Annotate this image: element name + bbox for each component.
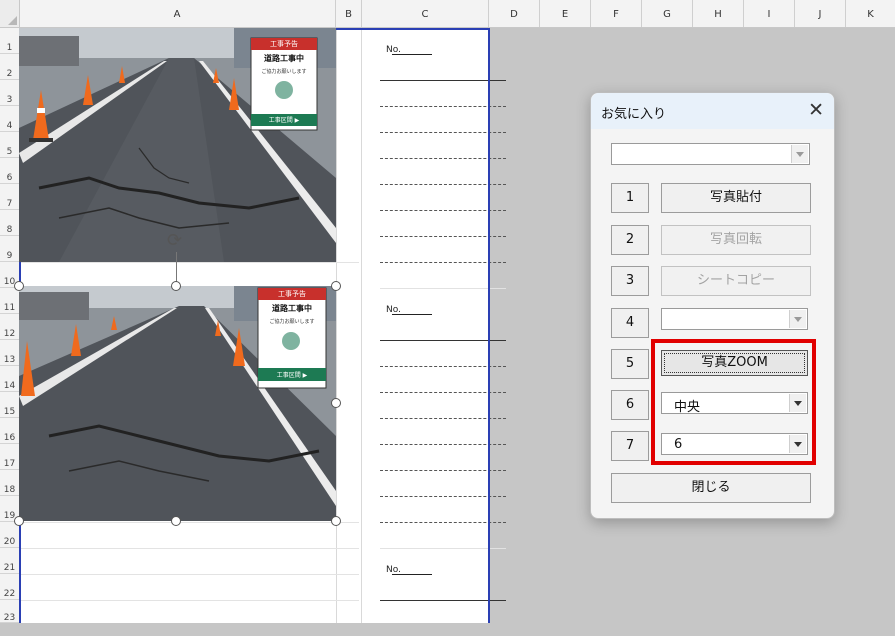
sign-main-text: 道路工事中	[264, 54, 304, 63]
favorites-combo[interactable]	[611, 143, 810, 165]
copy-sheet-button[interactable]: シートコピー	[661, 266, 811, 296]
gridline	[19, 262, 359, 263]
gridline	[19, 522, 359, 523]
number-button-6[interactable]: 6	[611, 390, 649, 420]
sign-top-text: 工事予告	[278, 290, 306, 298]
no-label: No.	[386, 45, 432, 55]
column-header-b[interactable]: B	[336, 0, 362, 27]
resize-handle[interactable]	[171, 516, 181, 526]
sign-main-text: 道路工事中	[272, 304, 312, 313]
column-header-g[interactable]: G	[642, 0, 693, 27]
gridline	[19, 574, 359, 575]
resize-handle[interactable]	[331, 281, 341, 291]
row-header[interactable]: 21	[0, 548, 19, 574]
resize-handle[interactable]	[14, 281, 24, 291]
dialog-title: お気に入り	[601, 107, 667, 122]
sign-sub-text: ご協力お願いします	[269, 319, 315, 325]
row-header[interactable]: 3	[0, 80, 19, 106]
column-header-j[interactable]: J	[795, 0, 846, 27]
road-photo-1[interactable]: 工事予告 道路工事中 ご協力お願いします 工事区間 ▶	[19, 28, 336, 262]
resize-handle[interactable]	[331, 398, 341, 408]
dialog-title-bar[interactable]: お気に入り ✕	[591, 93, 834, 129]
row-header[interactable]: 2	[0, 54, 19, 80]
sign-bottom-text: 工事区間 ▶	[268, 117, 300, 124]
paste-photo-button[interactable]: 写真貼付	[661, 183, 811, 213]
column-header-h[interactable]: H	[693, 0, 744, 27]
number-button-4[interactable]: 4	[611, 308, 649, 338]
print-area-border	[488, 28, 490, 623]
row-header[interactable]: 18	[0, 470, 19, 496]
gridline	[336, 28, 337, 623]
row-header[interactable]: 13	[0, 340, 19, 366]
sign-top-text: 工事予告	[270, 40, 298, 48]
chevron-down-icon[interactable]	[789, 310, 806, 328]
resize-handle[interactable]	[14, 516, 24, 526]
number-button-2[interactable]: 2	[611, 225, 649, 255]
column-header-c[interactable]: C	[362, 0, 489, 27]
column-header-d[interactable]: D	[489, 0, 540, 27]
row-header[interactable]: 7	[0, 184, 19, 210]
chevron-down-icon[interactable]	[791, 145, 808, 163]
gridline	[19, 548, 359, 549]
gridline	[19, 600, 359, 601]
row-header[interactable]: 9	[0, 236, 19, 262]
row-header[interactable]: 16	[0, 418, 19, 444]
close-icon[interactable]: ✕	[808, 99, 824, 121]
row-header-bar: 1 2 3 4 5 6 7 8 9 10 11 12 13 14 15 16 1…	[0, 28, 20, 623]
row-header[interactable]: 23	[0, 600, 19, 623]
column-header-i[interactable]: I	[744, 0, 795, 27]
no-label: No.	[386, 565, 432, 575]
close-dialog-button[interactable]: 閉じる	[611, 473, 811, 503]
rotate-handle-icon[interactable]: ⟳	[167, 230, 182, 251]
number-button-7[interactable]: 7	[611, 431, 649, 461]
row-header[interactable]: 12	[0, 314, 19, 340]
select-all-corner[interactable]	[0, 0, 20, 27]
sign-sub-text: ご協力お願いします	[261, 69, 307, 75]
number-button-3[interactable]: 3	[611, 266, 649, 296]
print-area-border	[336, 28, 490, 30]
column-header-f[interactable]: F	[591, 0, 642, 27]
rotate-photo-button[interactable]: 写真回転	[661, 225, 811, 255]
row-header[interactable]: 20	[0, 522, 19, 548]
row-header[interactable]: 5	[0, 132, 19, 158]
column-header-a[interactable]: A	[19, 0, 336, 27]
column-header-k[interactable]: K	[846, 0, 895, 27]
row-header[interactable]: 1	[0, 28, 19, 54]
row-header[interactable]: 6	[0, 158, 19, 184]
row-header[interactable]: 4	[0, 106, 19, 132]
row-header[interactable]: 17	[0, 444, 19, 470]
row-header[interactable]: 22	[0, 574, 19, 600]
gridline	[361, 28, 362, 623]
number-button-1[interactable]: 1	[611, 183, 649, 213]
row-header[interactable]: 11	[0, 288, 19, 314]
sign-bottom-text: 工事区間 ▶	[276, 372, 308, 379]
row-header[interactable]: 15	[0, 392, 19, 418]
column-header-e[interactable]: E	[540, 0, 591, 27]
number-button-5[interactable]: 5	[611, 349, 649, 379]
row-header[interactable]: 8	[0, 210, 19, 236]
row-header[interactable]: 14	[0, 366, 19, 392]
column-header-bar: A B C D E F G H I J K	[0, 0, 895, 28]
resize-handle[interactable]	[331, 516, 341, 526]
resize-handle[interactable]	[171, 281, 181, 291]
no-label: No.	[386, 305, 432, 315]
highlight-box	[651, 339, 816, 465]
option-combo-4[interactable]	[661, 308, 808, 330]
road-photo-2[interactable]: 工事予告 道路工事中 ご協力お願いします 工事区間 ▶	[19, 286, 336, 521]
